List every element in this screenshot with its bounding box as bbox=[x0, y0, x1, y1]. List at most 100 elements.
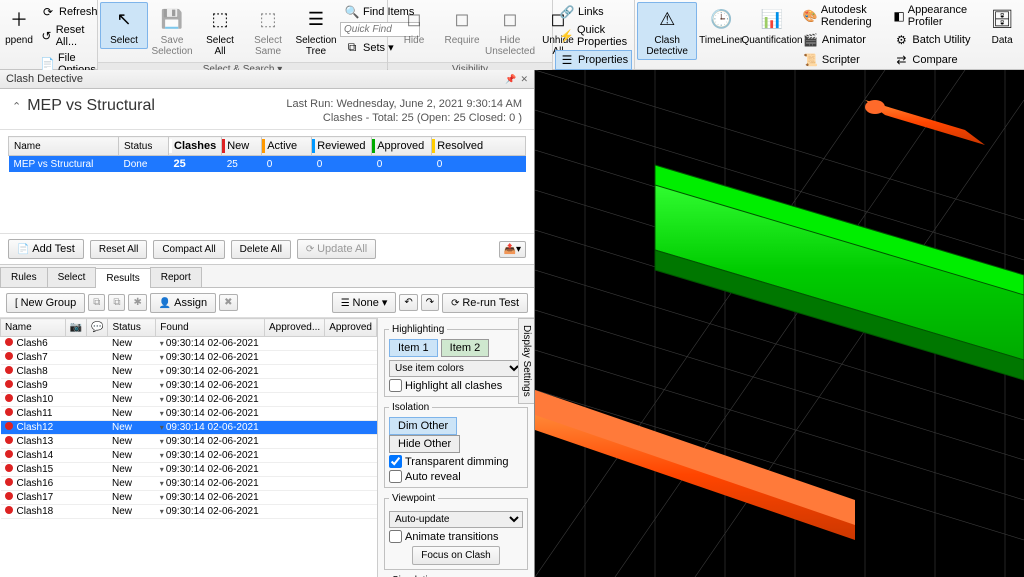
nav-prev-button[interactable]: ↶ bbox=[399, 294, 417, 311]
quick-properties-button[interactable]: ⚡Quick Properties bbox=[555, 22, 632, 50]
animate-transitions-check[interactable]: Animate transitions bbox=[389, 530, 523, 543]
clash-row[interactable]: Clash17New▾09:30:14 02-06-2021 bbox=[1, 491, 377, 505]
properties-button[interactable]: ☰Properties bbox=[555, 50, 632, 70]
clash-row[interactable]: Clash12New▾09:30:14 02-06-2021 bbox=[1, 421, 377, 435]
tab-select[interactable]: Select bbox=[47, 267, 97, 287]
selection-tree-button[interactable]: ☰Selection Tree bbox=[292, 2, 340, 60]
scripter-button[interactable]: 📜Scripter bbox=[799, 50, 890, 70]
subtabs: Rules Select Results Report bbox=[0, 265, 534, 288]
tab-results[interactable]: Results bbox=[95, 268, 150, 288]
clash-detective-panel: Clash Detective 📌✕ ⌃ MEP vs Structural L… bbox=[0, 70, 535, 577]
col-reviewed[interactable]: Reviewed bbox=[312, 137, 372, 156]
auto-reveal-check[interactable]: Auto reveal bbox=[389, 470, 523, 483]
col-approved[interactable]: Approved bbox=[372, 137, 432, 156]
clash-col-found[interactable]: Found bbox=[156, 319, 265, 337]
hide-other-button[interactable]: Hide Other bbox=[389, 435, 460, 453]
reset-all-tests-button[interactable]: Reset All bbox=[90, 240, 147, 259]
hide-button[interactable]: ◻Hide bbox=[390, 2, 438, 49]
filter-none-button[interactable]: ☰ None ▾ bbox=[332, 292, 397, 313]
ungroup-icon-button[interactable]: ⧉ bbox=[108, 294, 125, 311]
clash-col-comment[interactable]: 💬 bbox=[87, 319, 108, 337]
nav-next-button[interactable]: ↷ bbox=[421, 294, 439, 311]
select-all-button[interactable]: ⬚Select All bbox=[196, 2, 244, 60]
col-status[interactable]: Status bbox=[119, 137, 169, 156]
anim-icon: 🎬 bbox=[803, 32, 819, 48]
data-tools-button[interactable]: 🗄Data bbox=[978, 2, 1024, 49]
refresh-button[interactable]: ⟳Refresh bbox=[36, 2, 102, 22]
test-row[interactable]: MEP vs StructuralDone25 2500 00 bbox=[9, 156, 526, 173]
item1-button[interactable]: Item 1 bbox=[389, 339, 438, 357]
tests-table: Name Status Clashes New Active Reviewed … bbox=[8, 136, 526, 227]
assign-button[interactable]: 👤 Assign bbox=[150, 293, 216, 313]
highlight-all-check[interactable]: Highlight all clashes bbox=[389, 379, 523, 392]
require-button[interactable]: ◻Require bbox=[438, 2, 486, 49]
explode-icon-button[interactable]: ✱ bbox=[128, 294, 146, 311]
export-button[interactable]: 📤▾ bbox=[499, 241, 526, 258]
select-same-icon: ⬚ bbox=[254, 5, 282, 33]
animator-button[interactable]: 🎬Animator bbox=[799, 30, 890, 50]
select-button[interactable]: ↖Select bbox=[100, 2, 148, 49]
col-active[interactable]: Active bbox=[262, 137, 312, 156]
group-icon-button[interactable]: ⧉ bbox=[88, 294, 105, 311]
clash-row[interactable]: Clash6New▾09:30:14 02-06-2021 bbox=[1, 337, 377, 351]
appearance-profiler-button[interactable]: ◧Appearance Profiler bbox=[889, 2, 978, 30]
col-new[interactable]: New bbox=[222, 137, 262, 156]
append-button[interactable]: ＋ ppend bbox=[2, 2, 36, 49]
tab-rules[interactable]: Rules bbox=[0, 267, 48, 287]
link-icon: 🔗 bbox=[559, 4, 575, 20]
batch-utility-button[interactable]: ⚙Batch Utility bbox=[889, 30, 978, 50]
clash-row[interactable]: Clash16New▾09:30:14 02-06-2021 bbox=[1, 477, 377, 491]
clash-row[interactable]: Clash10New▾09:30:14 02-06-2021 bbox=[1, 393, 377, 407]
clash-row[interactable]: Clash18New▾09:30:14 02-06-2021 bbox=[1, 505, 377, 519]
col-name[interactable]: Name bbox=[9, 137, 119, 156]
timeliner-button[interactable]: 🕒TimeLiner bbox=[697, 2, 745, 49]
clash-col-approved[interactable]: Approved bbox=[325, 319, 377, 337]
clash-row[interactable]: Clash14New▾09:30:14 02-06-2021 bbox=[1, 449, 377, 463]
update-all-button[interactable]: ⟳ Update All bbox=[297, 239, 376, 259]
col-clashes[interactable]: Clashes bbox=[169, 137, 222, 156]
col-resolved[interactable]: Resolved bbox=[432, 137, 526, 156]
close-icon[interactable]: ✕ bbox=[520, 74, 528, 84]
test-info: Last Run: Wednesday, June 2, 2021 9:30:1… bbox=[286, 97, 522, 125]
collapse-icon[interactable]: ⌃ bbox=[12, 100, 21, 113]
rerun-test-button[interactable]: ⟳ Re-run Test bbox=[442, 293, 528, 313]
clash-col-camera[interactable]: 📷 bbox=[65, 319, 86, 337]
clash-col-name[interactable]: Name bbox=[1, 319, 66, 337]
clash-row[interactable]: Clash11New▾09:30:14 02-06-2021 bbox=[1, 407, 377, 421]
display-settings: Display Settings Highlighting Item 1 Ite… bbox=[378, 318, 534, 577]
links-button[interactable]: 🔗Links bbox=[555, 2, 632, 22]
clash-row[interactable]: Clash8New▾09:30:14 02-06-2021 bbox=[1, 365, 377, 379]
save-selection-button[interactable]: 💾Save Selection bbox=[148, 2, 196, 60]
unassign-button[interactable]: ✖ bbox=[219, 294, 237, 311]
clash-col-approvedby[interactable]: Approved... bbox=[265, 319, 325, 337]
new-group-button[interactable]: [ New Group bbox=[6, 293, 85, 313]
clash-col-status[interactable]: Status bbox=[108, 319, 156, 337]
use-item-colors-select[interactable]: Use item colors bbox=[389, 360, 523, 377]
hide-unselected-button[interactable]: ◻Hide Unselected bbox=[486, 2, 534, 60]
dim-other-button[interactable]: Dim Other bbox=[389, 417, 457, 435]
sets-icon: ⧉ bbox=[344, 39, 360, 55]
focus-on-clash-button[interactable]: Focus on Clash bbox=[412, 546, 499, 565]
item2-button[interactable]: Item 2 bbox=[441, 339, 490, 357]
panel-titlebar[interactable]: Clash Detective 📌✕ bbox=[0, 70, 534, 89]
select-same-button[interactable]: ⬚Select Same bbox=[244, 2, 292, 60]
clash-row[interactable]: Clash15New▾09:30:14 02-06-2021 bbox=[1, 463, 377, 477]
compare-icon: ⇄ bbox=[893, 52, 909, 68]
delete-all-button[interactable]: Delete All bbox=[231, 240, 291, 259]
quantification-button[interactable]: 📊Quantification bbox=[745, 2, 799, 49]
tab-report[interactable]: Report bbox=[150, 267, 202, 287]
transparent-dimming-check[interactable]: Transparent dimming bbox=[389, 455, 523, 468]
display-settings-tab[interactable]: Display Settings bbox=[518, 318, 534, 404]
reset-all-button[interactable]: ↺Reset All... bbox=[36, 22, 102, 50]
add-test-button[interactable]: 📄 Add Test bbox=[8, 239, 84, 259]
pin-icon[interactable]: 📌 bbox=[505, 74, 516, 84]
clash-row[interactable]: Clash9New▾09:30:14 02-06-2021 bbox=[1, 379, 377, 393]
compact-all-button[interactable]: Compact All bbox=[153, 240, 224, 259]
3d-viewport[interactable] bbox=[535, 70, 1024, 577]
viewpoint-select[interactable]: Auto-update bbox=[389, 511, 523, 528]
autodesk-rendering-button[interactable]: 🎨Autodesk Rendering bbox=[799, 2, 890, 30]
clash-detective-button[interactable]: ⚠Clash Detective bbox=[637, 2, 697, 60]
compare-button[interactable]: ⇄Compare bbox=[889, 50, 978, 70]
clash-row[interactable]: Clash7New▾09:30:14 02-06-2021 bbox=[1, 351, 377, 365]
clash-row[interactable]: Clash13New▾09:30:14 02-06-2021 bbox=[1, 435, 377, 449]
